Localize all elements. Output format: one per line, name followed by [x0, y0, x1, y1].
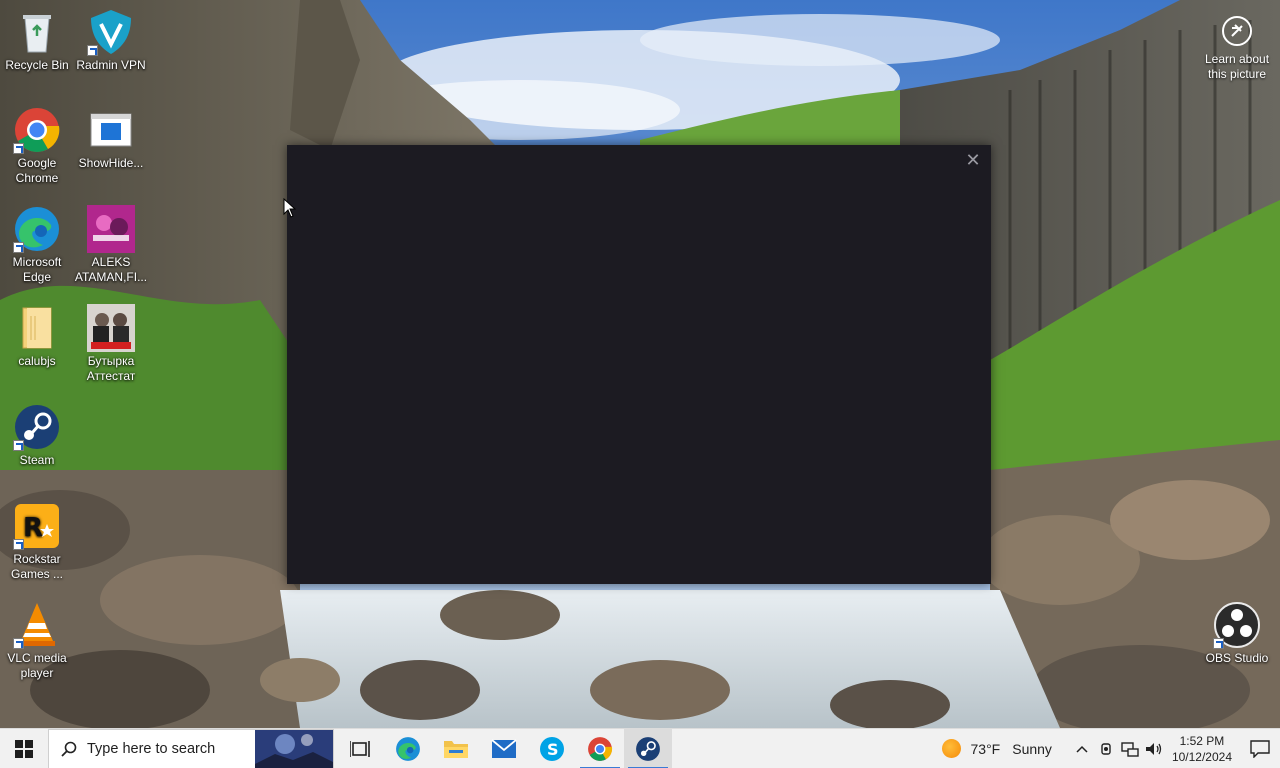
rockstar-icon: R: [13, 502, 61, 550]
learn-about-picture-button[interactable]: Learn about this picture: [1198, 14, 1276, 82]
notification-center-button[interactable]: [1240, 729, 1280, 768]
taskbar-mail-button[interactable]: [480, 729, 528, 768]
learn-about-label: Learn about this picture: [1204, 52, 1270, 81]
svg-text:S: S: [547, 740, 559, 759]
taskbar-skype-button[interactable]: S: [528, 729, 576, 768]
system-tray: 73°F Sunny 1:52 PM 10/12/2024: [941, 729, 1280, 768]
desktop-icon-obs-studio[interactable]: OBS Studio: [1200, 601, 1274, 666]
chevron-up-icon: [1076, 745, 1088, 753]
folder-icon: [444, 740, 468, 758]
desktop-icon-google-chrome[interactable]: Google Chrome: [0, 106, 74, 186]
camera-icon: [1222, 16, 1252, 46]
search-icon: [61, 741, 77, 757]
obs-icon: [1213, 601, 1261, 649]
desktop-icon-showhide[interactable]: ShowHide...: [74, 106, 148, 171]
taskbar-steam-button[interactable]: [624, 728, 672, 768]
network-icon[interactable]: [1118, 729, 1142, 768]
clock-date: 10/12/2024: [1171, 749, 1232, 764]
notification-icon: [1250, 739, 1270, 758]
app-window[interactable]: ✕: [287, 145, 991, 584]
steam-icon: [13, 403, 61, 451]
desktop-icon-calubjs[interactable]: calubjs: [0, 304, 74, 369]
windows-icon: [15, 739, 33, 758]
taskbar-file-explorer-button[interactable]: [432, 729, 480, 768]
desktop-icon-steam[interactable]: Steam: [0, 403, 74, 468]
recycle-bin-icon: [13, 8, 61, 56]
show-hidden-icons-button[interactable]: [1070, 729, 1094, 768]
shortcut-arrow-icon: [13, 440, 24, 451]
taskbar: Type here to search S 73°F Sunny 1:52 PM…: [0, 728, 1280, 768]
shortcut-arrow-icon: [13, 539, 24, 550]
search-highlight-image: [255, 729, 333, 768]
radmin-vpn-icon: [87, 8, 135, 56]
volume-icon[interactable]: [1142, 729, 1166, 768]
clock[interactable]: 1:52 PM 10/12/2024: [1172, 733, 1232, 765]
shortcut-arrow-icon: [13, 143, 24, 154]
desktop-icon-aleks-ataman[interactable]: ALEKS ATAMAN,FI...: [74, 205, 148, 285]
desktop-icon-rockstar-games[interactable]: R Rockstar Games ...: [0, 502, 74, 582]
taskbar-edge-button[interactable]: [384, 729, 432, 768]
sun-icon: [941, 739, 961, 758]
desktop-icon-vlc[interactable]: VLC media player: [0, 601, 74, 681]
shortcut-arrow-icon: [1213, 638, 1224, 649]
album-art-icon: [87, 304, 135, 352]
shortcut-arrow-icon: [13, 638, 24, 649]
mouse-cursor-icon: [283, 197, 297, 218]
chrome-icon: [13, 106, 61, 154]
desktop-icon-recycle-bin[interactable]: Recycle Bin: [0, 8, 74, 73]
task-view-button[interactable]: [336, 729, 384, 768]
weather-condition: Sunny: [1012, 740, 1052, 757]
task-view-icon: [350, 740, 370, 757]
start-button[interactable]: [0, 729, 48, 768]
desktop-icon-radmin-vpn[interactable]: Radmin VPN: [74, 8, 148, 73]
meet-now-icon[interactable]: [1094, 729, 1118, 768]
album-art-icon: [87, 205, 135, 253]
taskbar-chrome-button[interactable]: [576, 729, 624, 768]
edge-icon: [13, 205, 61, 253]
mail-icon: [491, 738, 517, 758]
svg-text:R: R: [23, 513, 43, 543]
steam-icon: [636, 736, 660, 761]
shortcut-arrow-icon: [87, 45, 98, 56]
taskbar-search-box[interactable]: Type here to search: [48, 728, 334, 768]
skype-icon: S: [540, 736, 564, 761]
folder-icon: [13, 304, 61, 352]
search-placeholder: Type here to search: [87, 740, 216, 757]
chrome-icon: [588, 736, 613, 761]
clock-time: 1:52 PM: [1179, 733, 1225, 748]
desktop-icon-butyrka[interactable]: Бутырка Аттестат: [74, 304, 148, 384]
edge-icon: [396, 736, 420, 761]
close-icon[interactable]: ✕: [961, 149, 985, 171]
vlc-icon: [13, 601, 61, 649]
shortcut-arrow-icon: [13, 242, 24, 253]
desktop-icon-microsoft-edge[interactable]: Microsoft Edge: [0, 205, 74, 285]
showhide-icon: [87, 106, 135, 154]
weather-widget[interactable]: 73°F Sunny: [941, 739, 1052, 758]
weather-temperature: 73°F: [970, 740, 1001, 757]
